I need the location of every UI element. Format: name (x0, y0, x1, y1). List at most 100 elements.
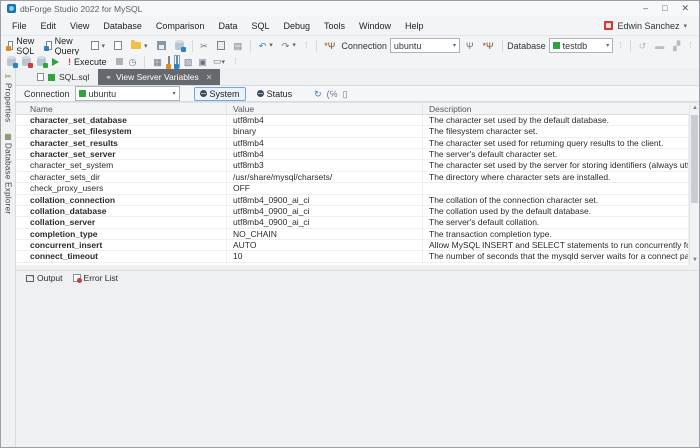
table-row[interactable]: character_set_server utf8mb4 The server'… (16, 149, 689, 161)
menu-item[interactable]: View (63, 19, 96, 33)
table-row[interactable]: concurrent_insert AUTO Allow MySQL INSER… (16, 239, 689, 252)
variable-name-cell[interactable]: completion_type (24, 228, 227, 239)
variable-name-cell[interactable]: collation_database (24, 205, 227, 217)
variable-value-cell[interactable]: utf8mb4 (227, 149, 423, 160)
menu-item[interactable]: Window (352, 19, 398, 33)
table-row[interactable]: character_set_database utf8mb4 The chara… (16, 115, 689, 127)
table-row[interactable]: collation_server utf8mb4_0900_ai_ci The … (16, 217, 689, 229)
variable-name-cell[interactable]: concurrent_insert (24, 239, 227, 251)
close-tab-icon[interactable]: ✕ (206, 73, 213, 82)
minimize-button[interactable]: – (643, 1, 648, 16)
refresh-database-button[interactable]: ↺ (636, 40, 650, 52)
new-connection-button[interactable]: *Ψ (321, 40, 338, 52)
menu-item[interactable]: Data (211, 19, 244, 33)
menu-item[interactable]: File (5, 19, 34, 33)
variable-value-cell[interactable]: /usr/share/mysql/charsets/ (227, 171, 423, 183)
variable-name-cell[interactable]: check_proxy_users (24, 183, 227, 194)
variable-name-cell[interactable]: character_set_system (24, 160, 227, 171)
variable-value-cell[interactable]: utf8mb4_0900_ai_ci (227, 194, 423, 205)
server-variables-icon[interactable] (173, 54, 180, 69)
session-variables-button[interactable]: (℅ (327, 89, 338, 99)
rollback-icon[interactable] (22, 56, 33, 68)
sidebar-item-properties[interactable]: ✂ Properties (4, 72, 13, 122)
table-row[interactable]: character_set_filesystem binary The file… (16, 126, 689, 138)
run-icon[interactable] (52, 57, 59, 66)
variable-value-cell[interactable]: utf8mb4_0900_ai_ci (227, 217, 423, 228)
new-sql-button[interactable]: New SQL (5, 35, 40, 57)
menu-item[interactable]: Database (96, 19, 149, 33)
tab-error-list[interactable]: Error List (72, 273, 118, 283)
transaction-icon[interactable] (37, 56, 48, 68)
undo-button[interactable]: ↶ ▾ (256, 40, 276, 52)
scrollbar-thumb[interactable] (691, 115, 698, 203)
tab-view-server-variables[interactable]: ⚭ View Server Variables ✕ (98, 69, 220, 85)
table-row[interactable]: character_sets_dir /usr/share/mysql/char… (16, 171, 689, 184)
variable-value-cell[interactable]: 10 (227, 251, 423, 262)
vars-connection-select[interactable]: ubuntu ▾ (74, 86, 180, 101)
variable-name-cell[interactable]: collation_server (24, 217, 227, 228)
database-select[interactable]: testdb ▾ (548, 38, 614, 53)
table-row[interactable]: collation_database utf8mb4_0900_ai_ci Th… (16, 205, 689, 218)
reconnect-button[interactable]: *Ψ (480, 40, 497, 52)
export-data-icon[interactable] (167, 55, 170, 68)
copy-grid-button[interactable]: ▯ (343, 89, 348, 99)
save-all-button[interactable] (172, 40, 187, 52)
new-query-button[interactable]: New Query (43, 35, 85, 57)
table-row[interactable]: completion_type NO_CHAIN The transaction… (16, 228, 689, 240)
variable-value-cell[interactable]: AUTO (227, 239, 423, 251)
close-button[interactable]: ✕ (681, 1, 689, 16)
variable-name-cell[interactable]: character_set_filesystem (24, 126, 227, 137)
scroll-up-icon[interactable]: ▲ (690, 103, 699, 113)
stop-icon[interactable] (115, 58, 123, 65)
variable-name-cell[interactable]: character_set_server (24, 149, 227, 160)
copy-button[interactable] (214, 40, 228, 51)
query-profiler-icon[interactable]: ▦ (153, 57, 162, 67)
variable-value-cell[interactable]: NO_CHAIN (227, 228, 423, 239)
variable-name-cell[interactable]: collation_connection (24, 194, 227, 205)
system-variables-button[interactable]: System (193, 86, 246, 101)
variable-value-cell[interactable]: utf8mb4 (227, 137, 423, 149)
toolbar-overflow[interactable]: ⁝ (302, 39, 311, 52)
menu-item[interactable]: Edit (34, 19, 64, 33)
diagram-icon[interactable]: ▣ (198, 57, 207, 67)
variable-name-cell[interactable]: character_set_results (24, 137, 227, 149)
variable-value-cell[interactable]: utf8mb4_0900_ai_ci (227, 205, 423, 217)
column-header-name[interactable]: Name (24, 103, 227, 114)
variable-value-cell[interactable]: binary (227, 126, 423, 137)
toolbar-overflow[interactable]: ⁝ (686, 39, 695, 52)
history-icon[interactable]: ◷ (129, 57, 137, 67)
table-row[interactable]: connection_memory_chunk_size 8912 (16, 262, 689, 265)
open-file-button[interactable]: ▾ (128, 40, 151, 51)
toolbar-overflow[interactable]: ⁝ (231, 55, 240, 68)
variable-value-cell[interactable]: utf8mb3 (227, 160, 423, 171)
disconnect-button[interactable]: Ψ (463, 40, 477, 52)
commit-icon[interactable] (7, 56, 18, 68)
variable-value-cell[interactable]: 8912 (227, 262, 423, 265)
vertical-scrollbar[interactable]: ▲ ▼ (689, 103, 699, 265)
execute-button[interactable]: ! Execute (65, 56, 110, 68)
sidebar-item-database-explorer[interactable]: ▦ Database Explorer (4, 132, 13, 214)
table-row[interactable]: character_set_system utf8mb3 The charact… (16, 160, 689, 172)
variable-value-cell[interactable]: utf8mb4 (227, 115, 423, 126)
menu-item[interactable]: SQL (244, 19, 276, 33)
table-row[interactable]: check_proxy_users OFF (16, 183, 689, 195)
cut-button[interactable]: ✂ (197, 40, 211, 52)
variable-name-cell[interactable]: character_sets_dir (24, 171, 227, 183)
eraser-icon[interactable]: ▭▾ (213, 56, 225, 68)
menu-item[interactable]: Debug (276, 19, 317, 33)
scroll-down-icon[interactable]: ▼ (690, 255, 699, 265)
table-row[interactable]: connect_timeout 10 The number of seconds… (16, 251, 689, 263)
connection-select[interactable]: ubuntu ▾ (389, 38, 461, 53)
user-account-menu[interactable]: Edwin Sanchez ▾ (604, 21, 695, 31)
refresh-button[interactable]: ↻ (314, 89, 322, 99)
menu-item[interactable]: Help (398, 19, 431, 33)
layout-icon[interactable]: ▧ (184, 57, 193, 67)
edit-database-button[interactable]: ▬ (652, 40, 667, 52)
variable-value-cell[interactable]: OFF (227, 183, 423, 194)
variable-name-cell[interactable]: connect_timeout (24, 251, 227, 262)
new-document-button[interactable]: ▾ (88, 40, 109, 51)
redo-button[interactable]: ↷ ▾ (279, 40, 299, 52)
new-window-button[interactable] (111, 40, 125, 51)
column-header-description[interactable]: Description (423, 103, 689, 114)
column-header-value[interactable]: Value (227, 103, 423, 114)
